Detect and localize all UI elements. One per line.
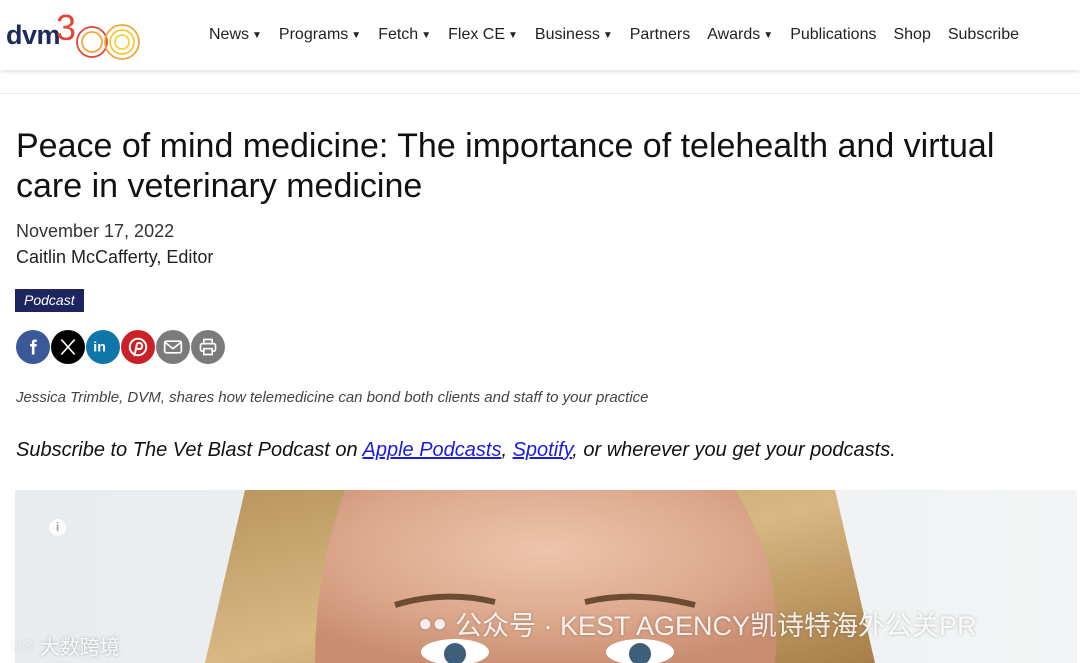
svg-text:in: in xyxy=(93,340,106,356)
nav-item-flex-ce[interactable]: Flex CE ▼ xyxy=(448,26,518,44)
nav-item-business[interactable]: Business ▼ xyxy=(535,26,613,44)
nav-item-programs[interactable]: Programs ▼ xyxy=(279,26,361,44)
article-title: Peace of mind medicine: The importance o… xyxy=(16,127,995,205)
nav-item-news[interactable]: News ▼ xyxy=(209,26,262,44)
subscribe-sep: , xyxy=(501,439,513,461)
chat-bubble-icon: ◌◌ xyxy=(10,634,34,656)
category-tag[interactable]: Podcast xyxy=(15,289,84,312)
nav-item-shop[interactable]: Shop xyxy=(893,26,930,44)
watermark-label: 公众号 · KEST AGENCY凯诗特海外公关PR xyxy=(455,611,977,641)
caret-down-icon: ▼ xyxy=(763,29,774,41)
nav-item-publications[interactable]: Publications xyxy=(790,26,876,44)
watermark-text: ●● 公众号 · KEST AGENCY凯诗特海外公关PR xyxy=(418,604,977,643)
caret-down-icon: ▼ xyxy=(602,29,613,41)
corner-watermark-label: 大数跨境 xyxy=(39,637,120,659)
nav-label: Partners xyxy=(629,26,691,43)
logo-text: dvm xyxy=(6,20,61,50)
linkedin-icon[interactable]: in xyxy=(86,330,120,364)
main-nav: News ▼ Programs ▼ Fetch ▼ Flex CE ▼ Business… xyxy=(209,24,1036,46)
dvm360-logo[interactable]: dvm 3 xyxy=(6,6,146,64)
x-icon[interactable] xyxy=(51,330,85,364)
spotify-link[interactable]: Spotify xyxy=(513,439,573,461)
caret-down-icon: ▼ xyxy=(351,29,362,41)
nav-item-fetch[interactable]: Fetch ▼ xyxy=(378,26,431,44)
print-icon[interactable] xyxy=(191,330,225,364)
nav-label: Flex CE xyxy=(448,26,506,43)
subscribe-line: Subscribe to The Vet Blast Podcast on Ap… xyxy=(16,439,896,462)
svg-text:3: 3 xyxy=(56,7,76,48)
caret-down-icon: ▼ xyxy=(252,29,262,41)
logo-360-mark: 3 xyxy=(56,7,140,60)
facebook-icon[interactable] xyxy=(16,330,50,364)
nav-label: Subscribe xyxy=(947,26,1019,43)
article-date: November 17, 2022 xyxy=(16,221,175,241)
nav-label: Fetch xyxy=(378,26,419,43)
info-icon[interactable]: i xyxy=(49,519,66,536)
article-author[interactable]: Caitlin McCafferty, Editor xyxy=(16,247,213,268)
nav-item-awards[interactable]: Awards ▼ xyxy=(707,26,773,44)
nav-label: Awards xyxy=(707,26,761,43)
caret-down-icon: ▼ xyxy=(421,29,432,41)
site-header: dvm 3 News ▼ Programs ▼ Fetch ▼ Flex CE ▼ Bu… xyxy=(0,0,1080,70)
nav-label: Programs xyxy=(278,26,349,43)
email-icon[interactable] xyxy=(156,330,190,364)
corner-watermark: ◌◌ 大数跨境 xyxy=(10,631,120,660)
subscribe-prefix: Subscribe to The Vet Blast Podcast on xyxy=(16,439,363,461)
nav-item-partners[interactable]: Partners xyxy=(630,26,690,44)
caret-down-icon: ▼ xyxy=(508,29,518,41)
nav-label: News xyxy=(209,26,250,43)
apple-podcasts-link[interactable]: Apple Podcasts xyxy=(362,439,501,461)
divider xyxy=(0,93,1080,94)
article-subtitle: Jessica Trimble, DVM, shares how telemed… xyxy=(16,389,649,406)
nav-label: Shop xyxy=(893,26,931,43)
subscribe-suffix: , or wherever you get your podcasts. xyxy=(572,439,896,461)
pinterest-icon[interactable] xyxy=(121,330,155,364)
share-bar: in xyxy=(16,330,226,364)
wechat-icon: ●● xyxy=(418,609,447,637)
nav-label: Business xyxy=(534,26,600,43)
nav-label: Publications xyxy=(790,26,877,43)
nav-item-subscribe[interactable]: Subscribe xyxy=(948,26,1019,44)
